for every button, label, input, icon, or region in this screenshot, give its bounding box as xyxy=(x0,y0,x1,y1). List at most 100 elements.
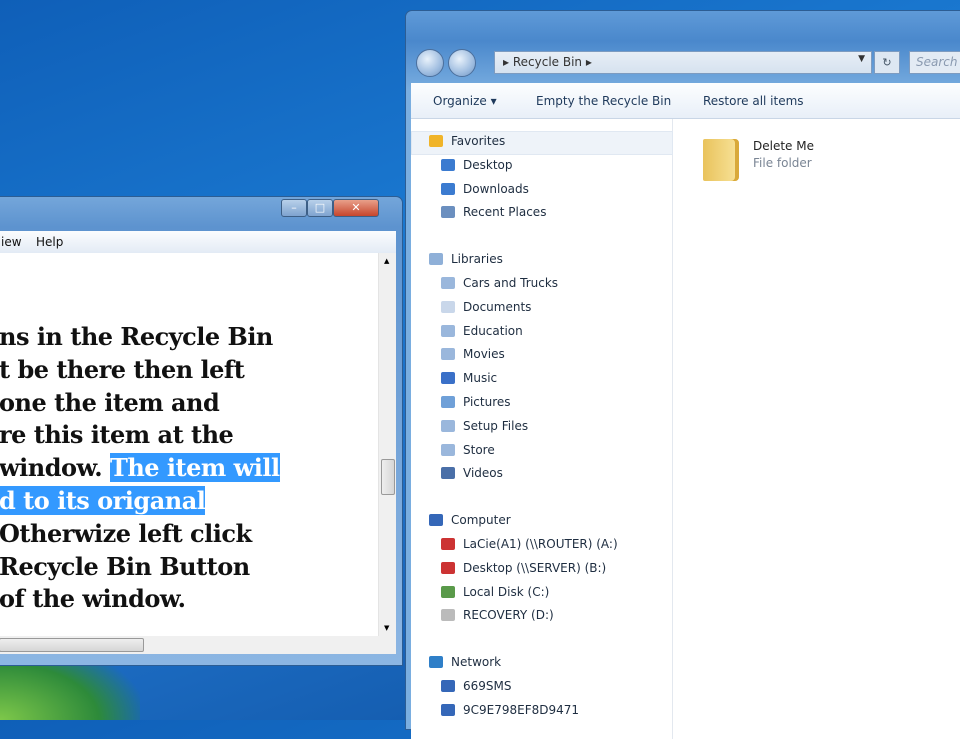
nav-item-label: Pictures xyxy=(463,395,511,409)
star-icon xyxy=(429,135,443,147)
pictures-icon xyxy=(441,396,455,408)
line-text: window. xyxy=(0,453,110,483)
scroll-down-icon[interactable]: ▼ xyxy=(384,624,389,632)
nav-item[interactable]: LaCie(A1) (\\ROUTER) (A:) xyxy=(441,534,618,554)
text-line: ns in the Recycle Bin xyxy=(0,322,273,351)
back-button[interactable] xyxy=(416,49,444,77)
nav-item-label: Favorites xyxy=(451,134,506,148)
nav-item[interactable]: Local Disk (C:) xyxy=(441,582,549,602)
explorer-window: ▸ Recycle Bin ▸ ▼ ↻ Search Organize ▾ Emp… xyxy=(405,10,960,739)
notepad-window: – □ ✕ iew Help ns in the Recycle Bin t be… xyxy=(0,196,403,666)
nav-item-label: Recent Places xyxy=(463,205,547,220)
library-icon xyxy=(441,419,455,432)
nav-item[interactable]: Computer xyxy=(429,510,511,530)
nav-item-label: Computer xyxy=(451,513,511,528)
line-text: ns in the Recycle Bin xyxy=(0,322,273,351)
text-line: of the window. xyxy=(0,584,186,614)
close-button[interactable]: ✕ xyxy=(333,199,379,217)
nav-item-label: 9C9E798EF8D9471 xyxy=(463,702,580,717)
nav-item[interactable]: Desktop (\\SERVER) (B:) xyxy=(441,558,606,578)
nav-item[interactable]: Cars and Trucks xyxy=(441,273,558,293)
vertical-scroll-thumb[interactable] xyxy=(381,459,395,495)
nav-item-label: Videos xyxy=(463,466,503,481)
empty-recycle-bin-button[interactable]: Empty the Recycle Bin xyxy=(536,94,671,108)
address-dropdown-icon[interactable]: ▼ xyxy=(858,54,865,64)
library-icon xyxy=(441,324,455,337)
music-icon xyxy=(441,372,455,385)
nav-item-label: Downloads xyxy=(463,181,529,196)
nav-item[interactable]: 669SMS xyxy=(441,676,512,696)
line-text: t be there then left xyxy=(0,354,245,384)
text-line: Recycle Bin Button xyxy=(0,552,250,581)
text-editor[interactable]: ns in the Recycle Bin t be there then lef… xyxy=(0,253,396,636)
nav-item[interactable]: RECOVERY (D:) xyxy=(441,605,554,625)
nav-item[interactable]: Documents xyxy=(441,297,531,317)
scroll-up-icon[interactable]: ▲ xyxy=(384,257,389,265)
nav-item[interactable]: Desktop xyxy=(441,155,513,175)
nav-item[interactable]: Store xyxy=(441,440,495,460)
computer-icon xyxy=(441,680,455,692)
refresh-button[interactable]: ↻ xyxy=(874,51,900,74)
nav-item-label: Music xyxy=(463,371,498,386)
nav-item-label: RECOVERY (D:) xyxy=(463,608,554,623)
nav-item-label: Documents xyxy=(463,299,532,314)
maximize-button[interactable]: □ xyxy=(307,199,333,217)
libraries-icon xyxy=(429,253,443,266)
restore-all-items-button[interactable]: Restore all items xyxy=(703,94,804,108)
nav-item[interactable]: Favorites xyxy=(429,131,505,151)
command-bar: Organize ▾ Empty the Recycle Bin Restore… xyxy=(411,83,960,119)
nav-item-label: 669SMS xyxy=(463,679,512,693)
nav-item-label: Local Disk (C:) xyxy=(463,584,550,599)
local-disk-icon xyxy=(441,585,455,598)
videos-icon xyxy=(441,467,455,480)
nav-item[interactable]: Videos xyxy=(441,463,503,483)
forward-button[interactable] xyxy=(448,49,476,77)
organize-button[interactable]: Organize ▾ xyxy=(433,94,497,108)
text-line: d to its origanal xyxy=(0,486,206,515)
selected-text: d to its origanal xyxy=(0,486,206,515)
nav-item-label: Desktop xyxy=(463,157,513,172)
nav-item[interactable]: Libraries xyxy=(429,249,503,269)
nav-item[interactable]: Network xyxy=(429,652,501,672)
search-input[interactable]: Search xyxy=(909,51,960,74)
address-bar[interactable]: ▸ Recycle Bin ▸ ▼ xyxy=(494,51,872,74)
text-line: one the item and xyxy=(0,387,220,417)
nav-item-label: Setup Files xyxy=(463,418,529,433)
network-icon xyxy=(429,656,443,669)
nav-item-label: Store xyxy=(463,442,495,457)
minimize-button[interactable]: – xyxy=(281,199,307,217)
nav-item[interactable]: Recent Places xyxy=(441,202,546,222)
file-type: File folder xyxy=(753,156,812,170)
text-line: window. The item will xyxy=(0,453,280,483)
horizontal-scroll-thumb[interactable] xyxy=(0,638,144,652)
line-text: one the item and xyxy=(0,387,220,417)
library-icon xyxy=(441,277,455,289)
vertical-scrollbar[interactable]: ▲ ▼ xyxy=(378,253,396,636)
explorer-pane: Favorites Desktop Downloads Recent Places Li… xyxy=(411,119,960,739)
nav-item[interactable]: 9C9E798EF8D9471 xyxy=(441,700,579,720)
nav-item[interactable]: Education xyxy=(441,321,523,341)
nav-item[interactable]: Pictures xyxy=(441,392,511,412)
downloads-icon xyxy=(441,182,455,195)
selected-text: The item will xyxy=(109,453,280,483)
menu-view[interactable]: iew xyxy=(1,235,22,249)
file-name: Delete Me xyxy=(753,139,814,153)
nav-item-label: Libraries xyxy=(451,252,503,267)
line-text: of the window. xyxy=(0,584,186,614)
line-text: re this item at the xyxy=(0,420,234,450)
network-drive-disconnected-icon xyxy=(441,561,455,574)
menu-help[interactable]: Help xyxy=(36,235,63,249)
nav-item-label: Education xyxy=(463,323,523,338)
nav-item[interactable]: Setup Files xyxy=(441,416,528,436)
nav-item[interactable]: Movies xyxy=(441,344,505,364)
recent-places-icon xyxy=(441,206,455,219)
nav-item-label: LaCie(A1) (\\ROUTER) (A:) xyxy=(463,537,618,551)
horizontal-scrollbar[interactable] xyxy=(0,636,396,654)
text-line: re this item at the xyxy=(0,420,234,450)
nav-item[interactable]: Downloads xyxy=(441,179,529,199)
nav-item[interactable]: Music xyxy=(441,368,497,388)
desktop-icon xyxy=(441,158,455,171)
nav-item-label: Movies xyxy=(463,347,505,362)
text-line: Otherwize left click xyxy=(0,519,252,548)
nav-item-label: Network xyxy=(451,655,502,670)
